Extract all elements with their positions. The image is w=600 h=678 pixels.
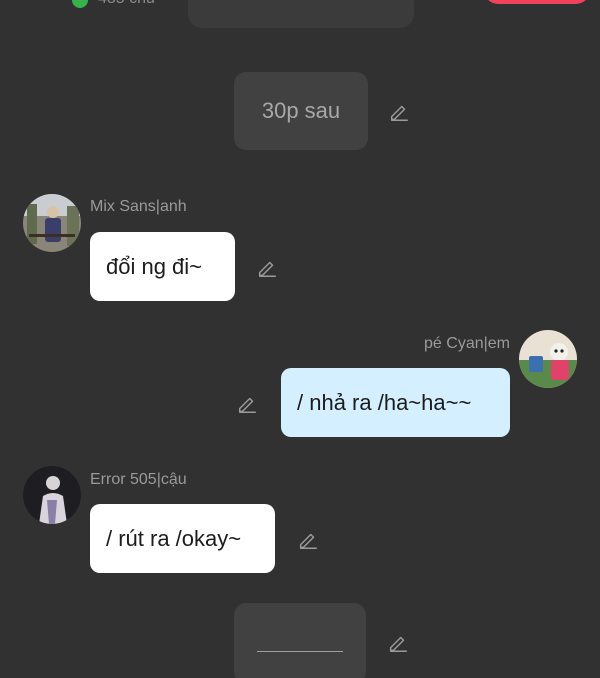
narration-text: 30p sau xyxy=(261,98,341,123)
blank-line-divider xyxy=(257,650,343,652)
message-bubble[interactable]: / rút ra /okay~ xyxy=(90,504,275,573)
pencil-edit-icon[interactable] xyxy=(388,101,410,123)
message-bubble[interactable]: đổi ng đi~ xyxy=(90,232,235,301)
narration-block[interactable]: 30p sau xyxy=(234,72,368,150)
avatar[interactable] xyxy=(23,194,81,252)
pencil-edit-icon[interactable] xyxy=(236,393,258,415)
narration-block[interactable] xyxy=(234,603,366,678)
sender-name: Mix Sans|anh xyxy=(90,198,187,215)
message-text: / rút ra /okay~ xyxy=(106,525,242,551)
chat-screen: 485 chữ 30p sau Mix Sans|anh đổi ng đi~ xyxy=(0,0,600,678)
top-status-bar: 485 chữ xyxy=(0,0,600,28)
avatar[interactable] xyxy=(23,466,81,524)
check-circle-icon xyxy=(72,0,88,8)
sender-name: pé Cyan|em xyxy=(424,335,510,352)
message-text: / nhả ra /ha~ha~~ xyxy=(297,389,472,415)
message-bubble[interactable]: / nhả ra /ha~ha~~ xyxy=(281,368,510,437)
top-narration-block[interactable] xyxy=(188,0,414,28)
avatar[interactable] xyxy=(519,330,577,388)
publish-button[interactable] xyxy=(484,0,590,4)
pencil-edit-icon[interactable] xyxy=(297,529,319,551)
sender-name: Error 505|cậu xyxy=(90,471,187,488)
message-text: đổi ng đi~ xyxy=(106,253,203,279)
pencil-edit-icon[interactable] xyxy=(256,257,278,279)
pencil-edit-icon[interactable] xyxy=(387,632,409,654)
word-count: 485 chữ xyxy=(98,0,157,8)
